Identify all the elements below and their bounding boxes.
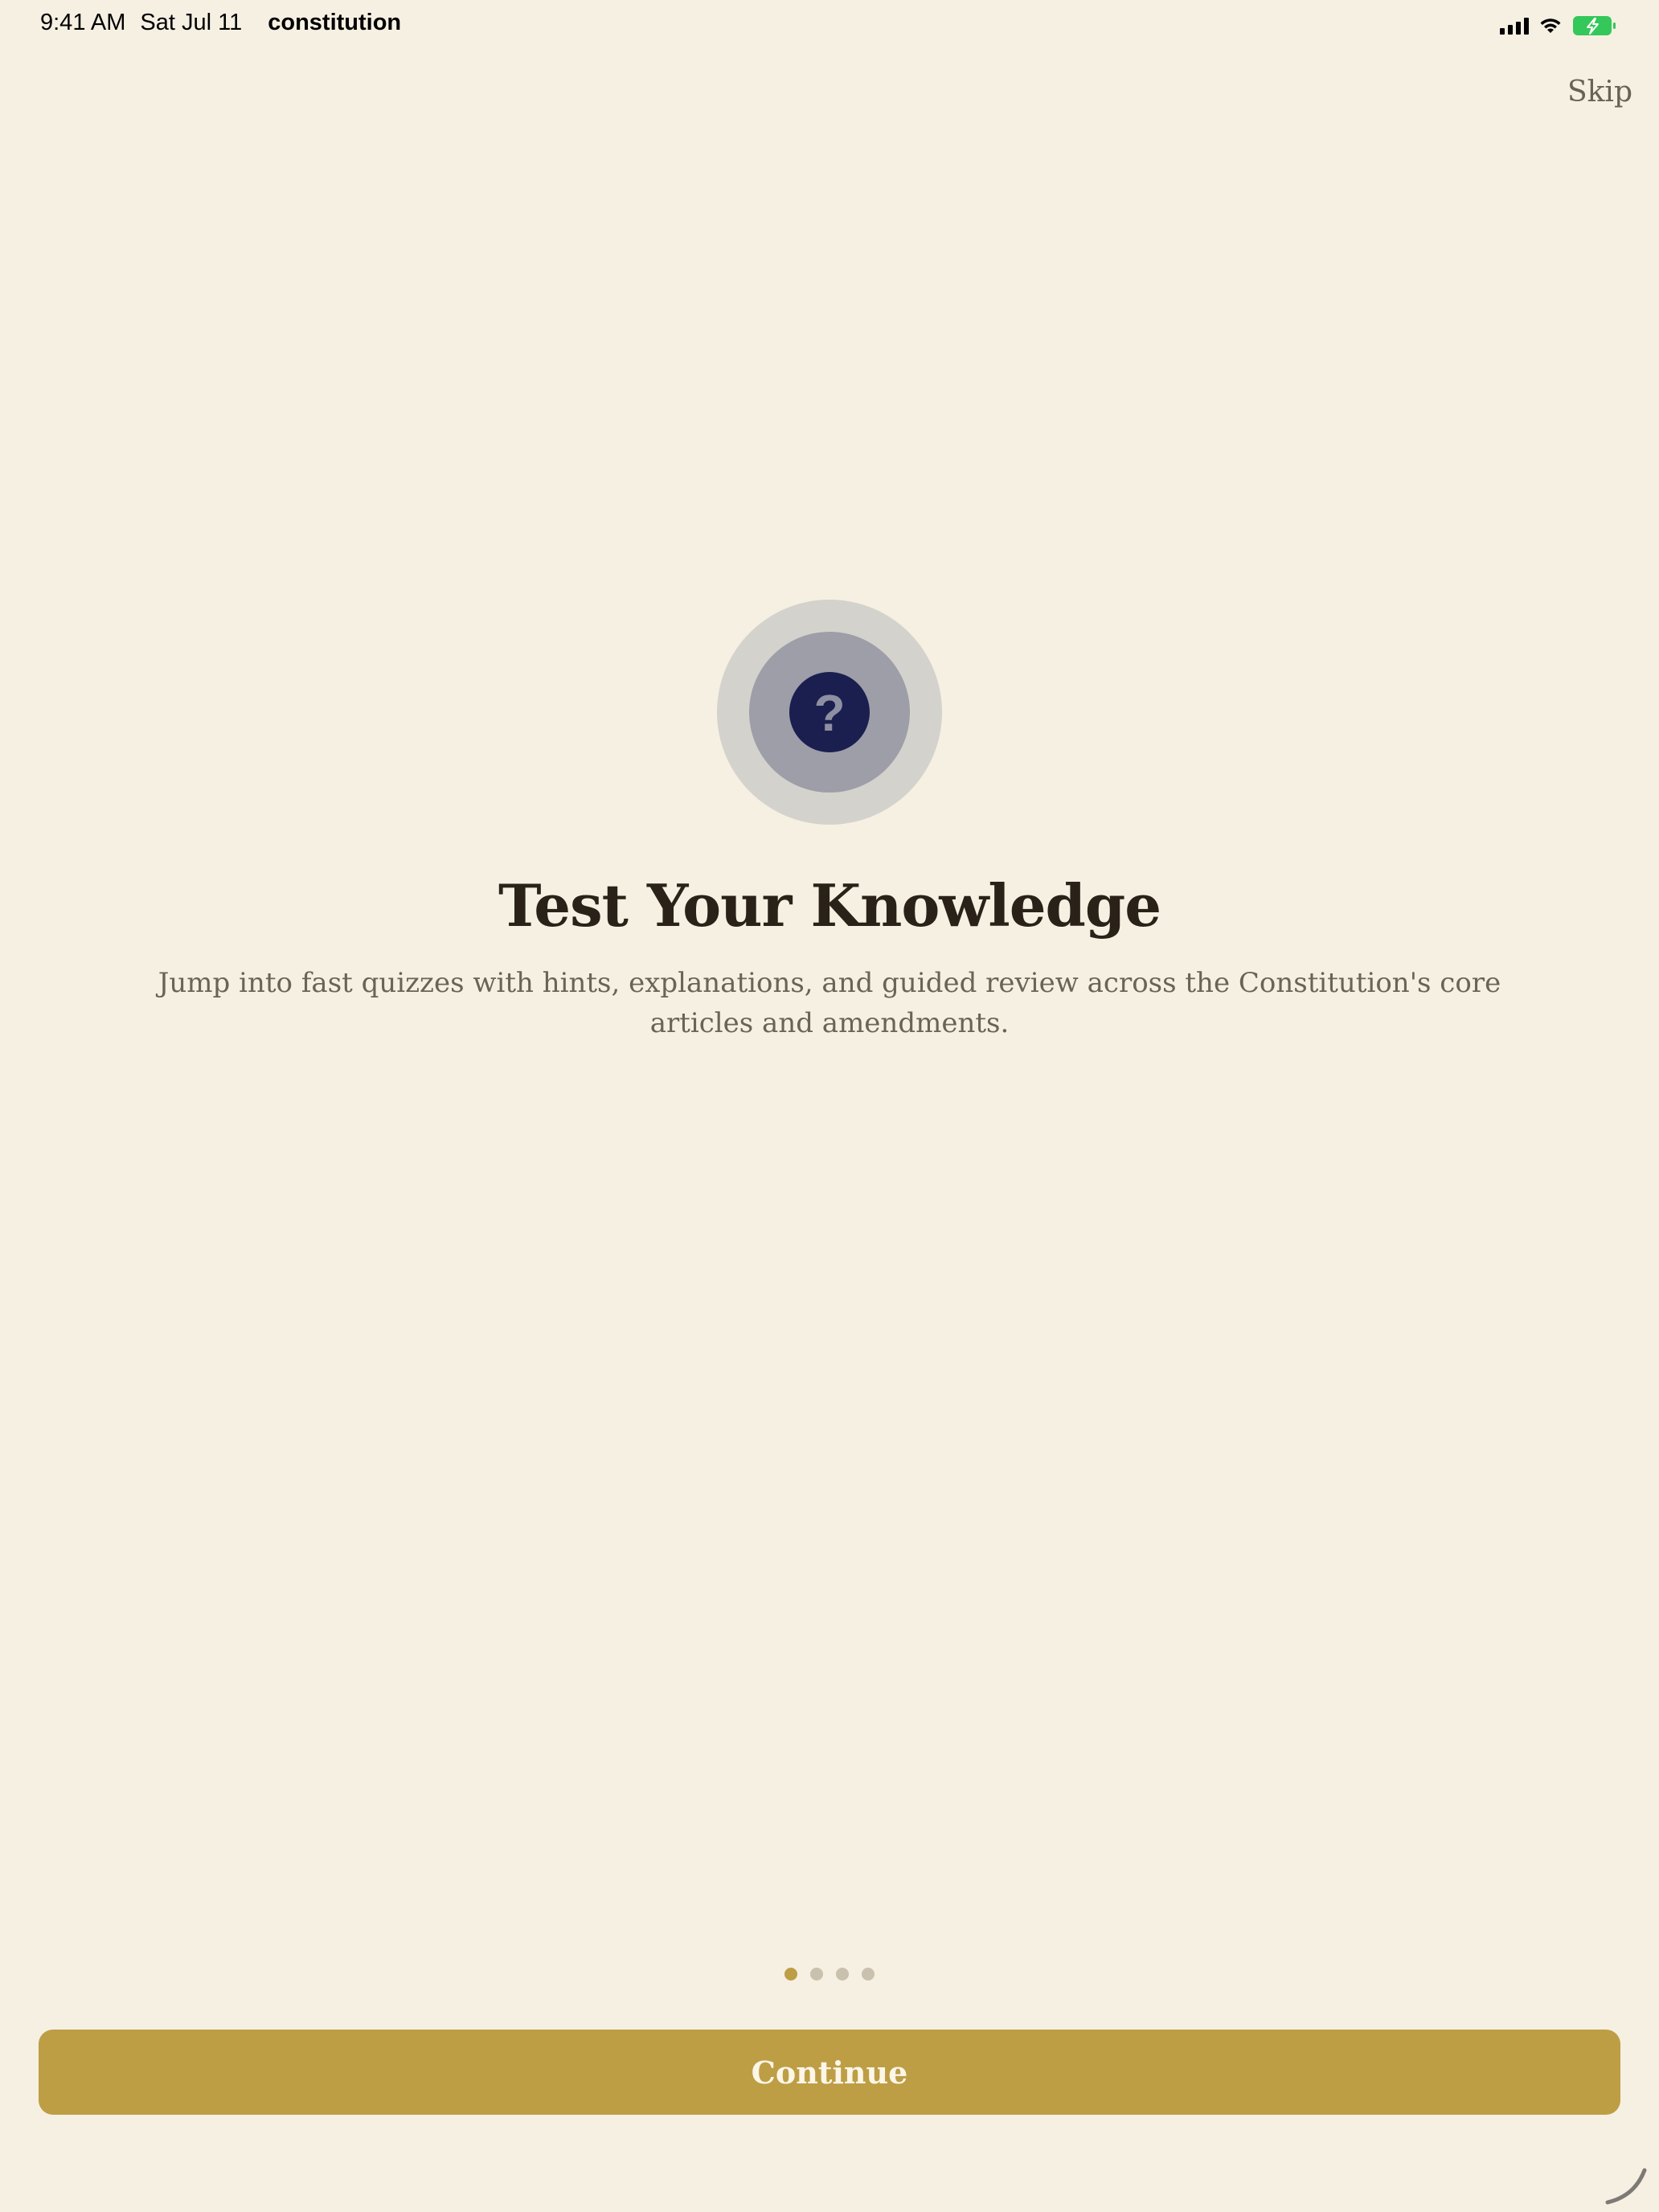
wifi-icon — [1538, 16, 1563, 35]
onboarding-description: Jump into fast quizzes with hints, expla… — [158, 967, 1501, 1039]
status-date: Sat Jul 11 — [140, 10, 243, 35]
status-right — [1500, 13, 1617, 39]
battery-charging-icon — [1572, 14, 1617, 37]
page-dot-1[interactable] — [784, 1968, 797, 1981]
continue-button-label: Continue — [751, 2054, 908, 2091]
cellular-signal-icon — [1500, 17, 1529, 35]
question-mark-icon: ? — [717, 600, 942, 825]
svg-text:?: ? — [813, 684, 845, 742]
page-dot-4[interactable] — [862, 1968, 875, 1981]
status-time: 9:41 AM — [40, 10, 126, 35]
status-left: 9:41 AM Sat Jul 11 constitution — [40, 10, 416, 36]
home-indicator — [1603, 2159, 1651, 2207]
page-dot-2[interactable] — [810, 1968, 823, 1981]
skip-button[interactable]: Skip — [1567, 76, 1632, 109]
status-app-name: constitution — [268, 10, 402, 35]
page-indicator — [0, 1968, 1659, 1981]
continue-button[interactable]: Continue — [39, 2030, 1620, 2115]
page-dot-3[interactable] — [836, 1968, 849, 1981]
status-bar: 9:41 AM Sat Jul 11 constitution — [0, 0, 1659, 51]
onboarding-title: Test Your Knowledge — [498, 871, 1161, 940]
